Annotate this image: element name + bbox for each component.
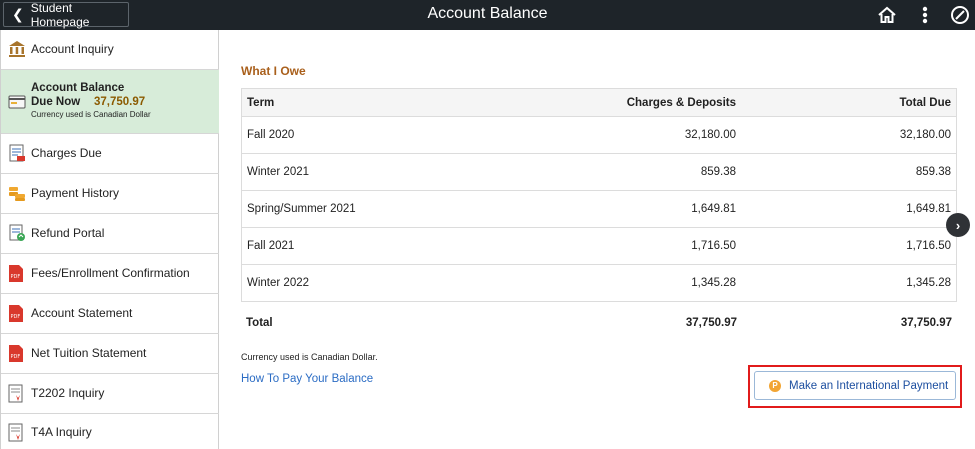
svg-text:PDF: PDF <box>11 354 21 360</box>
charges-icon <box>8 144 26 164</box>
what-i-owe-table: Term Charges & Deposits Total Due Fall 2… <box>241 88 957 302</box>
pdf-icon: PDF <box>8 344 26 364</box>
table-row: Winter 2022 1,345.28 1,345.28 <box>242 265 956 302</box>
sidebar-item-refund-portal[interactable]: Refund Portal <box>1 214 219 254</box>
payment-icon: P <box>769 379 781 392</box>
total-charges: 37,750.97 <box>685 317 737 329</box>
sidebar-item-label: Account Balance <box>31 82 125 94</box>
kebab-menu-icon[interactable] <box>914 4 936 26</box>
tax-form-icon <box>8 423 26 443</box>
currency-note: Currency used is Canadian Dollar <box>31 110 151 119</box>
total-due-cell: 1,345.28 <box>906 277 951 289</box>
page-title: Account Balance <box>427 5 548 22</box>
navbar-icon[interactable] <box>949 4 971 26</box>
column-header-charges: Charges & Deposits <box>626 96 736 109</box>
charges-cell: 859.38 <box>700 166 736 178</box>
column-header-total-due: Total Due <box>899 96 951 109</box>
bank-icon <box>8 40 26 60</box>
international-payment-label: Make an International Payment <box>789 379 949 392</box>
make-international-payment-button[interactable]: P Make an International Payment <box>754 371 956 400</box>
term-cell: Spring/Summer 2021 <box>247 203 356 215</box>
total-due-amount: 37,750.97 <box>900 317 952 329</box>
sidebar-item-label: Account Statement <box>31 306 133 320</box>
pdf-icon: PDF <box>8 304 26 324</box>
due-now-label: Due Now <box>31 96 81 108</box>
balance-icon <box>8 94 26 114</box>
sidebar-item-label: Net Tuition Statement <box>31 346 147 360</box>
table-row: Fall 2021 1,716.50 1,716.50 <box>242 228 956 265</box>
sidebar-item-label: Payment History <box>31 186 120 200</box>
top-bar: ❮ Student Homepage Account Balance <box>0 0 975 30</box>
sidebar-item-label: Fees/Enrollment Confirmation <box>31 266 190 280</box>
section-title: What I Owe <box>241 64 306 78</box>
sidebar-item-payment-history[interactable]: Payment History <box>1 174 219 214</box>
sidebar: Account Inquiry Account Balance Due Now … <box>0 30 219 449</box>
total-due-cell: 1,716.50 <box>906 240 951 252</box>
table-header-row: Term Charges & Deposits Total Due <box>242 89 956 117</box>
sidebar-item-label: T2202 Inquiry <box>31 386 105 400</box>
charges-cell: 1,649.81 <box>691 203 736 215</box>
sidebar-item-t4a-inquiry[interactable]: T4A Inquiry <box>1 414 219 449</box>
total-due-cell: 859.38 <box>915 166 951 178</box>
pdf-icon: PDF <box>8 264 26 284</box>
sidebar-item-charges-due[interactable]: Charges Due <box>1 134 219 174</box>
table-row: Winter 2021 859.38 859.38 <box>242 154 956 191</box>
term-cell: Fall 2020 <box>247 129 295 141</box>
sidebar-item-label: Charges Due <box>31 146 102 160</box>
sidebar-item-t2202-inquiry[interactable]: T2202 Inquiry <box>1 374 219 414</box>
sidebar-item-account-statement[interactable]: PDF Account Statement <box>1 294 219 334</box>
chevron-right-icon[interactable]: › <box>946 213 970 237</box>
how-to-pay-link[interactable]: How To Pay Your Balance <box>241 373 373 385</box>
coins-icon <box>8 184 26 204</box>
home-icon[interactable] <box>876 4 898 26</box>
charges-cell: 1,345.28 <box>691 277 736 289</box>
total-label: Total <box>246 317 273 329</box>
sidebar-item-fees-enrollment-confirmation[interactable]: PDF Fees/Enrollment Confirmation <box>1 254 219 294</box>
sidebar-item-net-tuition-statement[interactable]: PDF Net Tuition Statement <box>1 334 219 374</box>
highlight-box: P Make an International Payment <box>748 365 962 408</box>
due-now-amount: 37,750.97 <box>94 96 146 108</box>
column-header-term: Term <box>247 96 275 109</box>
sidebar-item-label: Refund Portal <box>31 226 105 240</box>
term-cell: Fall 2021 <box>247 240 295 252</box>
currency-note: Currency used is Canadian Dollar. <box>241 352 378 362</box>
sidebar-item-label: T4A Inquiry <box>31 425 92 439</box>
main-content: What I Owe Term Charges & Deposits Total… <box>220 30 975 449</box>
svg-text:PDF: PDF <box>11 274 21 280</box>
refund-icon <box>8 224 26 244</box>
total-due-cell: 1,649.81 <box>906 203 951 215</box>
sidebar-item-account-inquiry[interactable]: Account Inquiry <box>1 30 219 70</box>
sidebar-item-account-balance[interactable]: Account Balance Due Now 37,750.97 Curren… <box>1 70 219 134</box>
table-row: Fall 2020 32,180.00 32,180.00 <box>242 117 956 154</box>
table-row: Spring/Summer 2021 1,649.81 1,649.81 <box>242 191 956 228</box>
sidebar-item-label: Account Inquiry <box>31 42 114 56</box>
svg-text:PDF: PDF <box>11 314 21 320</box>
term-cell: Winter 2021 <box>247 166 310 178</box>
charges-cell: 1,716.50 <box>691 240 736 252</box>
total-due-cell: 32,180.00 <box>899 129 951 141</box>
tax-form-icon <box>8 384 26 404</box>
term-cell: Winter 2022 <box>247 277 310 289</box>
table-total-row: Total 37,750.97 37,750.97 <box>241 313 957 333</box>
charges-cell: 32,180.00 <box>684 129 736 141</box>
